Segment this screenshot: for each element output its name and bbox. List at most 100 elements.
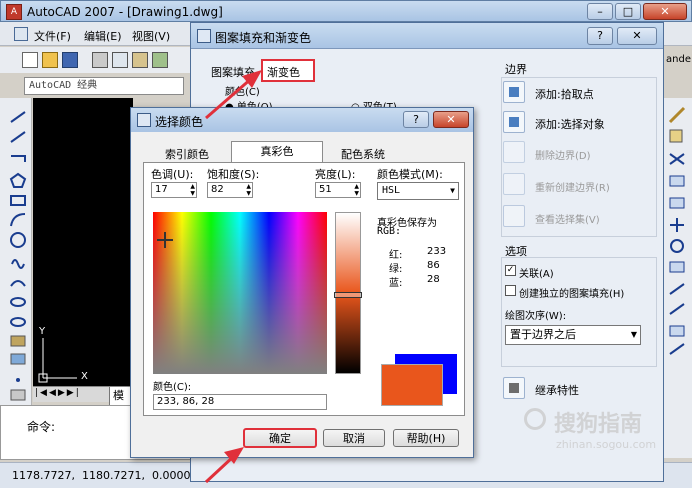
menu-edit[interactable]: 编辑(E) <box>84 28 122 44</box>
workspace-select[interactable]: AutoCAD 经典 <box>24 77 184 95</box>
color-titlebar: 选择颜色 ? ✕ <box>131 108 473 132</box>
color-value-input[interactable]: 233, 86, 28 <box>153 394 327 410</box>
rgb-blue-name: 蓝: <box>389 278 403 289</box>
minimize-button[interactable]: – <box>587 3 613 20</box>
sat-input[interactable]: 82 ▲ ▼ <box>207 182 253 198</box>
draw-tool-icons[interactable] <box>0 98 32 408</box>
tab-hatch[interactable]: 图案填充 <box>211 64 255 80</box>
modify-tool-icons[interactable] <box>662 98 692 458</box>
hue-value: 17 <box>155 184 168 195</box>
drawing-canvas[interactable]: Y X <box>33 98 133 400</box>
color-label: 颜色(C): <box>153 382 192 393</box>
save-icon[interactable] <box>62 52 78 68</box>
gradient-color-label: 颜色(C) <box>225 87 260 98</box>
color-dialog-icon <box>137 113 151 127</box>
independent-checkbox[interactable] <box>505 285 516 296</box>
boundary-recreate: 重新创建边界(R) <box>535 183 610 194</box>
new-color-swatch <box>381 364 443 406</box>
recreate-boundary-icon <box>503 173 525 195</box>
inherit-icon[interactable] <box>503 377 525 399</box>
color-dialog: 选择颜色 ? ✕ 索引颜色 真彩色 配色系统 色调(U): 17 ▲ ▼ 饱和度(S… <box>130 107 474 458</box>
hue-input[interactable]: 17 ▲ ▼ <box>151 182 197 198</box>
preview-icon[interactable] <box>112 52 128 68</box>
luminance-thumb[interactable] <box>334 292 362 298</box>
hue-spinner[interactable]: ▲ ▼ <box>190 183 195 197</box>
chevron-down-icon: ▼ <box>630 330 637 339</box>
autocad-title: AutoCAD 2007 - [Drawing1.dwg] <box>27 5 223 19</box>
boundary-title: 边界 <box>505 63 527 76</box>
layout-tab-bar: |◀◀▶▶| 模型 <box>33 386 133 420</box>
boundary-view-selection: 查看选择集(V) <box>535 215 600 226</box>
lum-input[interactable]: 51 ▲ ▼ <box>315 182 361 198</box>
hatch-close-button[interactable]: ✕ <box>617 27 657 45</box>
hue-label: 色调(U): <box>151 168 194 181</box>
color-picker-crosshair[interactable] <box>157 232 173 248</box>
doc-icon <box>14 27 28 41</box>
lum-label: 亮度(L): <box>315 168 356 181</box>
tab-true-color[interactable]: 真彩色 <box>231 141 323 163</box>
ok-label: 确定 <box>269 432 291 445</box>
publish-icon[interactable] <box>132 52 148 68</box>
plot-icon[interactable] <box>152 52 168 68</box>
help-button[interactable]: 帮助(H) <box>393 429 459 447</box>
cancel-button[interactable]: 取消 <box>323 429 385 447</box>
ok-button[interactable]: 确定 <box>243 428 317 448</box>
ucs-x-label: X <box>81 371 88 382</box>
inherit-properties-button[interactable]: 继承特性 <box>535 382 579 398</box>
color-close-button[interactable]: ✕ <box>433 111 469 128</box>
draw-order-select[interactable]: 置于边界之后 ▼ <box>505 325 641 345</box>
command-label: 命令: <box>27 420 56 434</box>
boundary-pick-points[interactable]: 添加:拾取点 <box>535 86 594 102</box>
tab-index-color[interactable]: 索引颜色 <box>165 146 209 162</box>
sat-spinner[interactable]: ▲ ▼ <box>246 183 251 197</box>
rgb-red-value: 233 <box>427 246 447 257</box>
boundary-remove: 删除边界(D) <box>535 151 591 162</box>
color-mode-select[interactable]: HSL ▼ <box>377 182 459 200</box>
chevron-down-icon: ▼ <box>450 186 455 195</box>
hatch-titlebar: 图案填充和渐变色 ? ✕ <box>191 23 663 49</box>
view-selection-icon <box>503 205 525 227</box>
print-icon[interactable] <box>92 52 108 68</box>
boundary-select-objects[interactable]: 添加:选择对象 <box>535 116 605 132</box>
tab-gradient-label: 渐变色 <box>267 66 300 79</box>
draw-order-label: 绘图次序(W): <box>505 311 567 322</box>
draw-toolbar <box>0 98 32 408</box>
assoc-checkbox[interactable]: ✓ <box>505 265 516 276</box>
menu-file[interactable]: 文件(F) <box>34 28 71 44</box>
ucs-icon <box>38 338 77 383</box>
assoc-label: 关联(A) <box>519 269 554 280</box>
color-mode-label: 颜色模式(M): <box>377 168 443 181</box>
color-help-button[interactable]: ? <box>403 111 429 128</box>
open-icon[interactable] <box>42 52 58 68</box>
help-label: 帮助(H) <box>406 432 446 445</box>
hue-saturation-field[interactable] <box>153 212 327 374</box>
right-edge-text: ande <box>666 54 691 65</box>
color-mode-value: HSL <box>382 185 401 196</box>
tab-color-books[interactable]: 配色系统 <box>341 146 385 162</box>
tab-nav-arrows[interactable]: |◀◀▶▶| <box>35 388 81 398</box>
pick-points-icon[interactable] <box>503 81 525 103</box>
select-objects-icon[interactable] <box>503 111 525 133</box>
coordinates: 1178.7727, 1180.7271, 0.0000 <box>12 469 191 482</box>
maximize-button[interactable]: □ <box>615 3 641 20</box>
menu-view[interactable]: 视图(V) <box>132 28 170 44</box>
hatch-dialog-icon <box>197 29 211 43</box>
independent-label: 创建独立的图案填充(H) <box>519 289 625 300</box>
new-icon[interactable] <box>22 52 38 68</box>
hatch-help-button[interactable]: ? <box>587 27 613 45</box>
remove-boundary-icon <box>503 141 525 163</box>
tab-true-color-label: 真彩色 <box>260 145 294 158</box>
lum-spinner[interactable]: ▲ ▼ <box>354 183 359 197</box>
lum-value: 51 <box>319 184 332 195</box>
ucs-y-label: Y <box>39 326 46 337</box>
autocad-app-icon: A <box>6 4 22 20</box>
luminance-slider[interactable] <box>334 212 362 374</box>
color-value: 233, 86, 28 <box>157 396 215 407</box>
close-button[interactable]: ✕ <box>643 3 687 20</box>
modify-toolbar: ande <box>662 54 692 458</box>
cancel-label: 取消 <box>343 432 365 445</box>
tab-gradient[interactable]: 渐变色 <box>261 59 315 82</box>
sat-value: 82 <box>211 184 224 195</box>
color-dialog-title: 选择颜色 <box>155 115 204 129</box>
rgb-green-value: 86 <box>427 260 440 271</box>
